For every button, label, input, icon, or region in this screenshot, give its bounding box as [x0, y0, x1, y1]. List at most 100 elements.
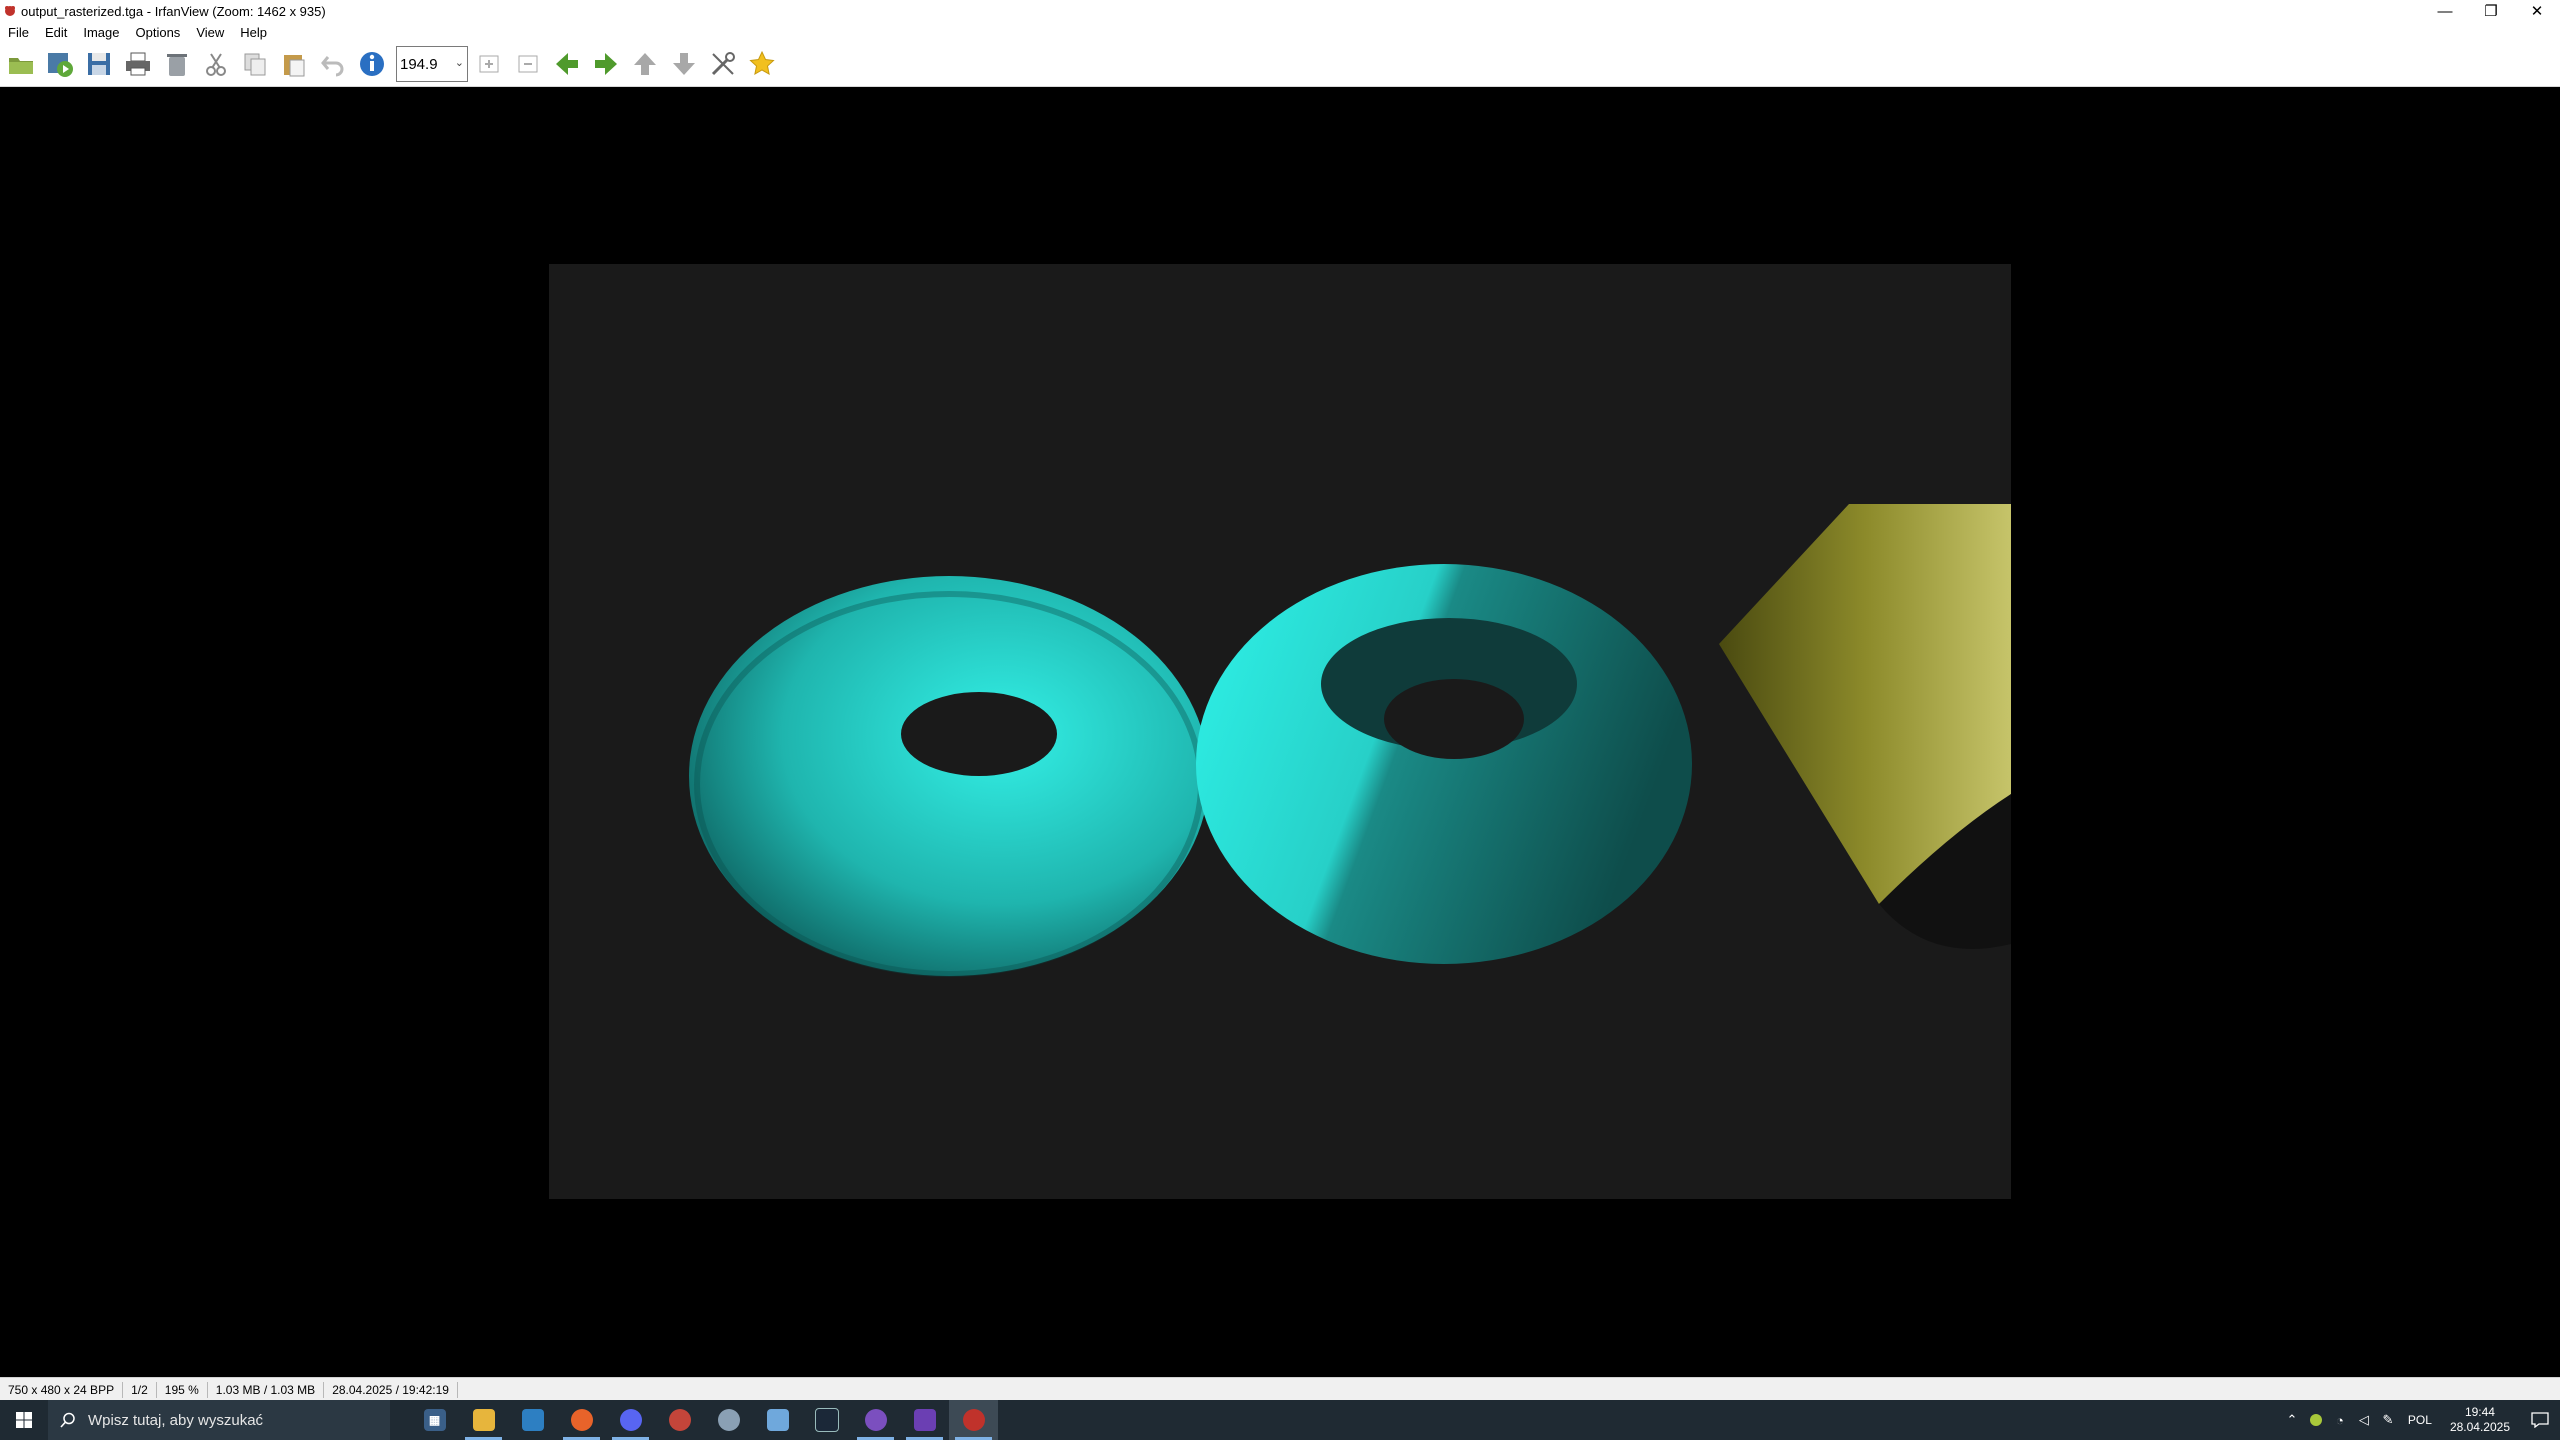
undo-button[interactable]	[315, 46, 351, 82]
next-icon	[595, 53, 617, 75]
status-bar: 750 x 480 x 24 BPP 1/2 195 % 1.03 MB / 1…	[0, 1377, 2560, 1401]
search-icon	[60, 1412, 75, 1428]
clock[interactable]: 19:44 28.04.2025	[2440, 1405, 2520, 1435]
taskbar-app-2[interactable]	[655, 1400, 704, 1440]
chevron-up-icon[interactable]: ⌃	[2280, 1400, 2304, 1440]
download-icon	[673, 53, 695, 75]
taskbar-app-3[interactable]	[704, 1400, 753, 1440]
status-datetime: 28.04.2025 / 19:42:19	[324, 1381, 458, 1398]
favorite-button[interactable]	[744, 46, 780, 82]
menu-image[interactable]: Image	[75, 25, 127, 40]
tray-app-icon[interactable]	[2304, 1400, 2328, 1440]
notification-icon	[2531, 1412, 2549, 1428]
upload-button[interactable]	[627, 46, 663, 82]
app-icon	[766, 1409, 789, 1431]
system-tray: ⌃ ◔ ◁ ✎ POL 19:44 28.04.2025	[2280, 1400, 2560, 1440]
taskbar-app-4[interactable]	[753, 1400, 802, 1440]
open-button[interactable]	[3, 46, 39, 82]
search-placeholder: Wpisz tutaj, aby wyszukać	[88, 1411, 264, 1429]
delete-icon	[167, 54, 187, 76]
taskbar-app-calculator[interactable]: ▦	[410, 1400, 459, 1440]
minimize-button[interactable]: —	[2422, 0, 2468, 22]
menu-options[interactable]: Options	[128, 25, 189, 40]
status-filesize: 1.03 MB / 1.03 MB	[208, 1381, 325, 1398]
status-zoom: 195 %	[157, 1381, 208, 1398]
github-icon	[864, 1409, 887, 1431]
smooth-torus	[689, 576, 1209, 977]
slideshow-button[interactable]	[42, 46, 78, 82]
irfanview-app-icon	[5, 6, 15, 16]
zoom-combobox[interactable]: 194.9 ⌄	[396, 46, 468, 82]
undo-icon	[321, 56, 344, 77]
calculator-icon: ▦	[423, 1409, 446, 1431]
window-title: output_rasterized.tga - IrfanView (Zoom:…	[21, 3, 326, 19]
network-icon[interactable]: ◔	[2328, 1400, 2352, 1440]
notification-button[interactable]	[2520, 1400, 2560, 1440]
taskbar-app-file-explorer[interactable]	[459, 1400, 508, 1440]
upload-icon	[634, 53, 656, 75]
save-button[interactable]	[81, 46, 117, 82]
toolbar: 194.9 ⌄	[0, 42, 2560, 87]
faceted-torus	[1196, 564, 1692, 964]
previous-icon	[556, 53, 578, 75]
taskbar-app-visual-studio[interactable]	[900, 1400, 949, 1440]
paste-button[interactable]	[276, 46, 312, 82]
clock-date: 28.04.2025	[2449, 1420, 2510, 1434]
paste-icon	[284, 55, 305, 77]
restore-button[interactable]: ❐	[2468, 0, 2514, 22]
rendered-image	[549, 264, 2011, 1199]
windows-icon	[16, 1412, 32, 1428]
app-icon	[717, 1409, 740, 1431]
file-explorer-icon	[472, 1409, 495, 1431]
menu-help[interactable]: Help	[232, 25, 275, 40]
favorite-icon	[749, 50, 775, 75]
menu-edit[interactable]: Edit	[37, 25, 75, 40]
menu-bar: File Edit Image Options View Help	[0, 22, 2560, 42]
zoom-out-icon	[518, 55, 538, 73]
zoom-in-button[interactable]	[471, 46, 507, 82]
taskbar-app-discord[interactable]	[606, 1400, 655, 1440]
cut-icon	[206, 53, 226, 76]
taskbar-app-steam[interactable]	[802, 1400, 851, 1440]
image-viewport[interactable]	[0, 87, 2560, 1377]
settings-button[interactable]	[705, 46, 741, 82]
title-bar: output_rasterized.tga - IrfanView (Zoom:…	[0, 0, 2560, 22]
discord-icon	[619, 1409, 642, 1431]
clock-time: 19:44	[2464, 1405, 2495, 1419]
next-button[interactable]	[588, 46, 624, 82]
menu-view[interactable]: View	[188, 25, 232, 40]
taskbar-app-irfanview[interactable]	[949, 1400, 998, 1440]
info-icon	[360, 52, 384, 76]
info-button[interactable]	[354, 46, 390, 82]
zoom-out-button[interactable]	[510, 46, 546, 82]
previous-button[interactable]	[549, 46, 585, 82]
irfanview-icon	[962, 1409, 985, 1431]
language-indicator[interactable]: POL	[2400, 1413, 2440, 1427]
print-icon	[126, 52, 150, 76]
menu-file[interactable]: File	[0, 25, 37, 40]
app-icon	[521, 1409, 544, 1431]
print-button[interactable]	[120, 46, 156, 82]
open-folder-icon	[9, 58, 33, 74]
status-resolution: 750 x 480 x 24 BPP	[0, 1381, 124, 1398]
chevron-down-icon[interactable]: ⌄	[455, 56, 464, 69]
copy-button[interactable]	[237, 46, 273, 82]
zoom-value: 194.9	[400, 55, 438, 73]
visual-studio-icon	[913, 1409, 936, 1431]
window-controls: — ❐ ✕	[2422, 0, 2560, 22]
settings-icon	[711, 52, 735, 76]
taskbar-search[interactable]: Wpisz tutaj, aby wyszukać	[48, 1400, 390, 1440]
app-icon	[668, 1409, 691, 1431]
close-button[interactable]: ✕	[2514, 0, 2560, 22]
cut-button[interactable]	[198, 46, 234, 82]
delete-button[interactable]	[159, 46, 195, 82]
copy-icon	[244, 53, 266, 76]
download-button[interactable]	[666, 46, 702, 82]
volume-icon[interactable]: ◁	[2352, 1400, 2376, 1440]
taskbar-app-github[interactable]	[851, 1400, 900, 1440]
pen-icon[interactable]: ✎	[2376, 1400, 2400, 1440]
start-button[interactable]	[0, 1400, 48, 1440]
taskbar-app-1[interactable]	[508, 1400, 557, 1440]
zoom-in-icon	[479, 55, 499, 73]
taskbar-app-firefox[interactable]	[557, 1400, 606, 1440]
